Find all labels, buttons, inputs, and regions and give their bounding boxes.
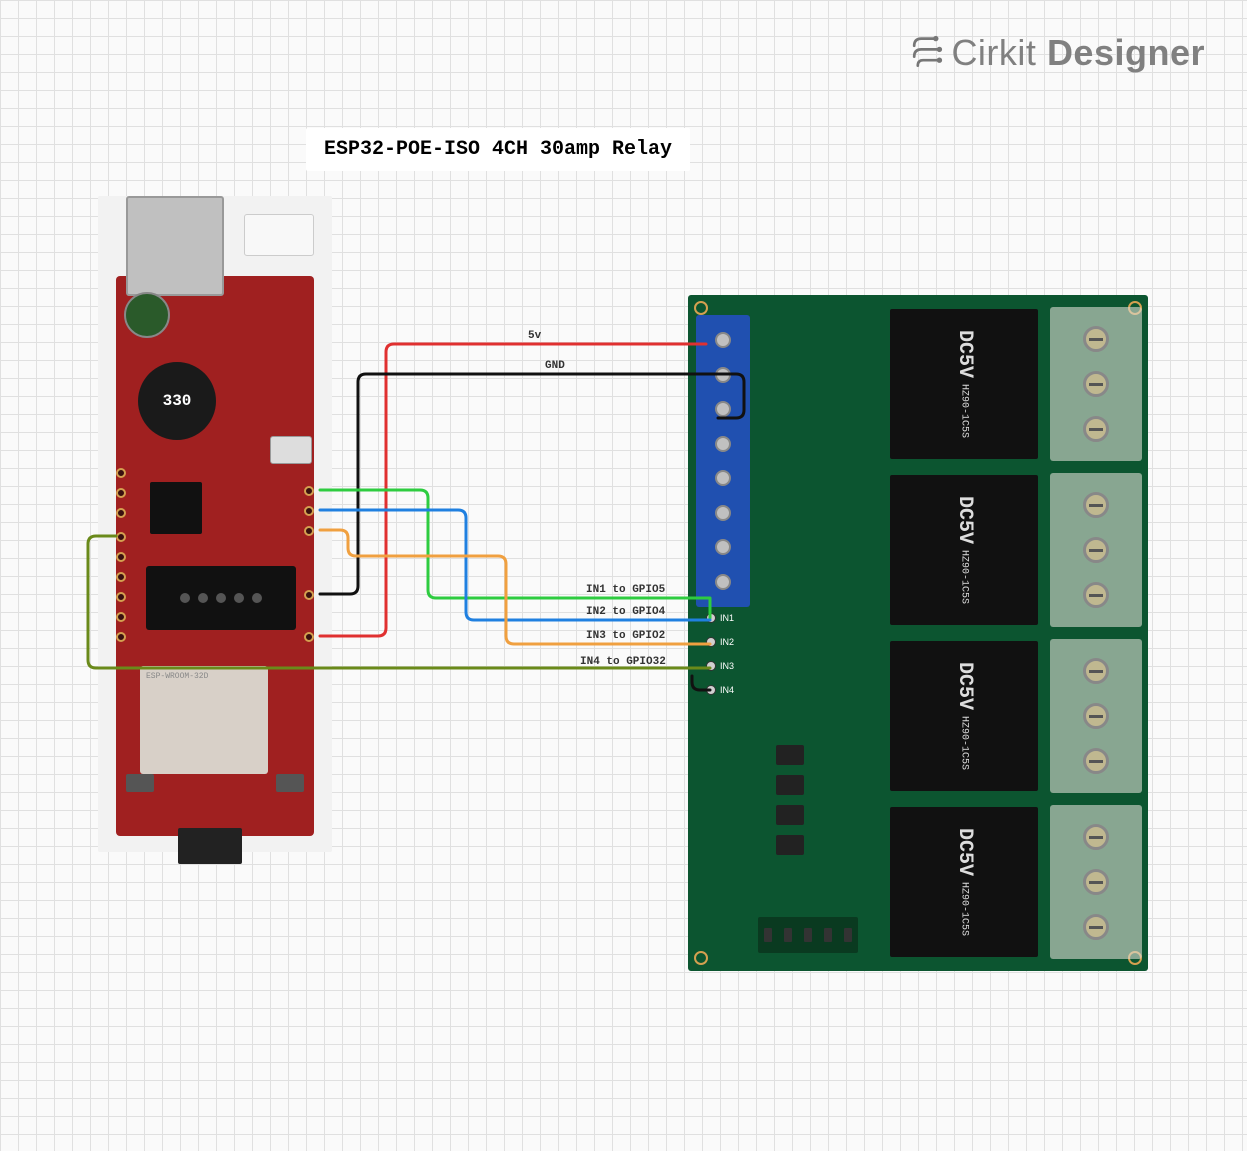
output-terminal-4 [1050, 805, 1142, 959]
ic-chip [150, 482, 202, 534]
relay-module-4ch[interactable]: IN1 IN2 IN3 IN4 DC5V HZ90-1C5S DC5V HZ90… [688, 295, 1148, 971]
ethernet-jack [126, 196, 224, 296]
power-terminal-block [696, 315, 750, 607]
antenna [178, 828, 242, 864]
pin-gpio5 [304, 486, 314, 496]
pin-left-c [116, 508, 126, 518]
pin-left-a [116, 468, 126, 478]
boot-button [276, 774, 304, 792]
wire-label-in2: IN2 to GPIO4 [586, 606, 665, 618]
brand-logo: Cirkit Designer [907, 32, 1205, 74]
pin-left-b [116, 488, 126, 498]
jst-connector [244, 214, 314, 256]
optocoupler [776, 775, 804, 795]
wire-in1 [320, 490, 710, 618]
pin-left-h [116, 632, 126, 642]
relay-1: DC5V HZ90-1C5S [890, 309, 1038, 459]
pin-gnd [304, 590, 314, 600]
pin-left-e [116, 572, 126, 582]
wire-label-in1: IN1 to GPIO5 [586, 584, 665, 596]
wire-in2 [320, 510, 710, 620]
relay-4: DC5V HZ90-1C5S [890, 807, 1038, 957]
output-terminal-2 [1050, 473, 1142, 627]
wire-label-in3: IN3 to GPIO2 [586, 630, 665, 642]
optocoupler [776, 835, 804, 855]
diagram-canvas[interactable]: Cirkit Designer ESP32-POE-ISO 4CH 30amp … [0, 0, 1247, 1151]
reset-button [126, 774, 154, 792]
pin-gpio2 [304, 526, 314, 536]
pin-gpio4 [304, 506, 314, 516]
mounting-hole [694, 301, 708, 315]
wire-gnd [320, 374, 744, 594]
pin-gpio32 [116, 532, 126, 542]
cirkit-icon [907, 35, 943, 71]
pin-5v [304, 632, 314, 642]
optocoupler [776, 745, 804, 765]
esp-wroom-shield: ESP-WROOM-32D [140, 666, 268, 774]
uext-header [146, 566, 296, 630]
circuit-title-label: ESP32-POE-ISO 4CH 30amp Relay [306, 128, 690, 171]
input-pin-header: IN1 IN2 IN3 IN4 [706, 613, 756, 695]
relay-3: DC5V HZ90-1C5S [890, 641, 1038, 791]
pin-left-g [116, 612, 126, 622]
pin-left-f [116, 592, 126, 602]
optocoupler [776, 805, 804, 825]
wire-label-5v: 5v [528, 330, 541, 342]
micro-usb-port [270, 436, 312, 464]
capacitor [124, 292, 170, 338]
inductor-330: 330 [138, 362, 216, 440]
wire-label-in4: IN4 to GPIO32 [580, 656, 666, 668]
status-led-strip [758, 917, 858, 953]
brand-text: Cirkit Designer [951, 32, 1205, 74]
mounting-hole [694, 951, 708, 965]
output-terminal-3 [1050, 639, 1142, 793]
relay-2: DC5V HZ90-1C5S [890, 475, 1038, 625]
pin-left-d [116, 552, 126, 562]
output-terminal-1 [1050, 307, 1142, 461]
wire-label-gnd: GND [545, 360, 565, 372]
esp32-poe-iso-board[interactable]: 330 ESP-WROOM-32D [98, 196, 332, 852]
